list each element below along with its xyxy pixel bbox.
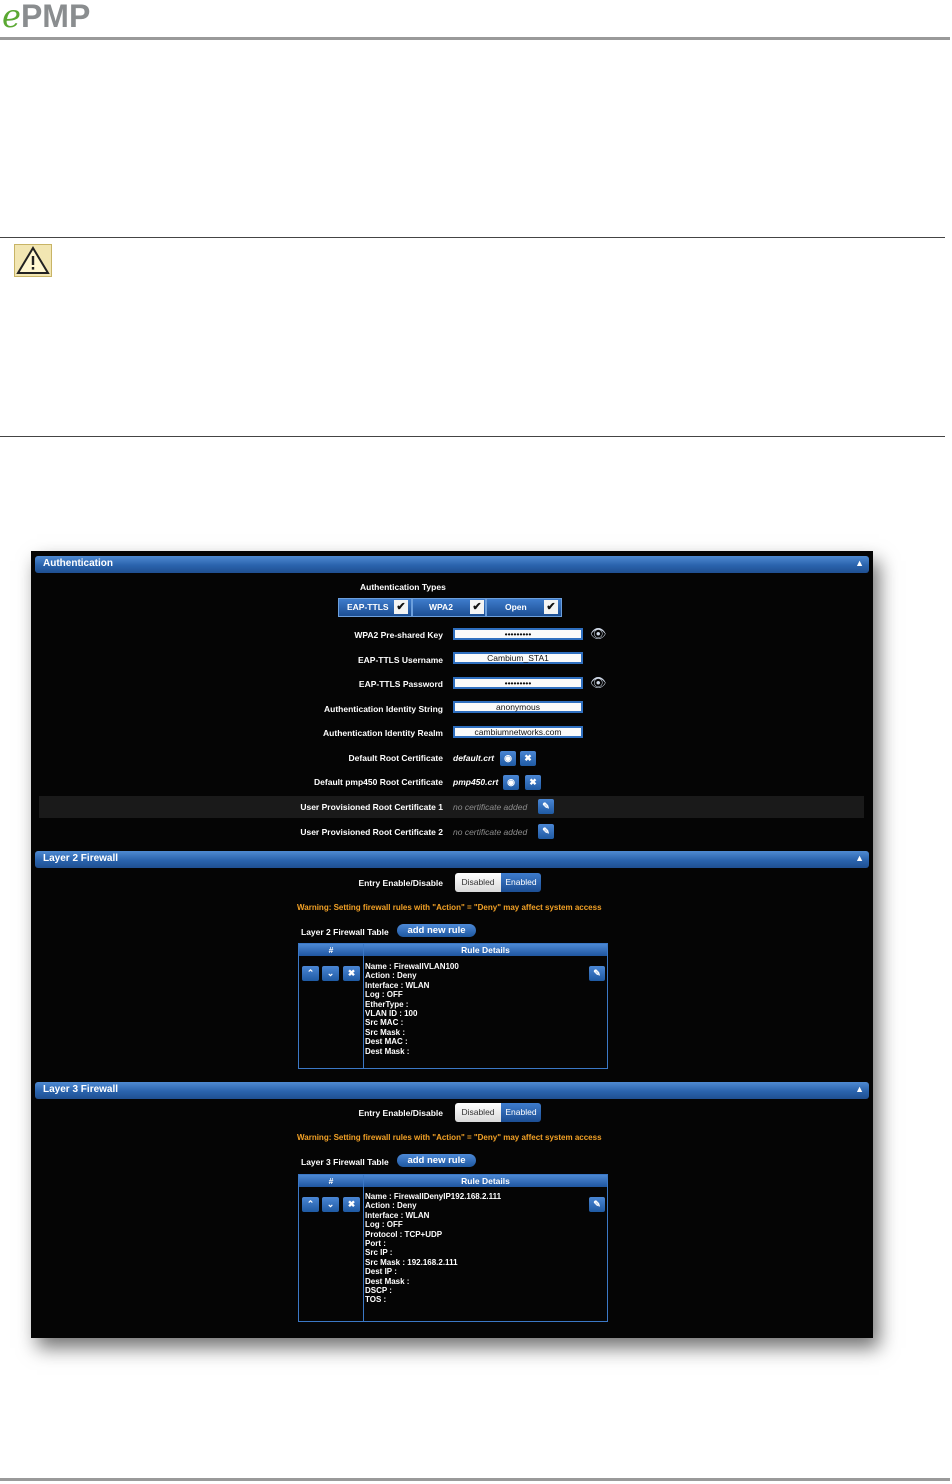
layer2-title: Layer 2 Firewall [43,853,119,864]
layer3-firewall-table: # Rule Details ⌃ ⌄ ✖ Name : FirewallDeny… [298,1174,608,1322]
move-down-icon[interactable]: ⌄ [322,1197,339,1212]
toggle-disabled[interactable]: Disabled [455,1103,501,1122]
auth-type-label: WPA2 [429,602,453,612]
field-label: Authentication Identity String [324,704,443,714]
cert-status: no certificate added [453,827,528,837]
auth-type-label: Open [505,602,527,612]
firewall-warning: Warning: Setting firewall rules with "Ac… [297,903,602,912]
edit-rule-icon[interactable]: ✎ [589,966,605,981]
logo-e: e [2,0,21,35]
column-divider [363,944,364,1068]
row-stripe [39,796,864,818]
toggle-enabled[interactable]: Enabled [501,1103,541,1122]
auth-type-eap-ttls[interactable]: EAP-TTLS ✔ [338,598,412,617]
move-down-icon[interactable]: ⌄ [322,966,339,981]
cert-filename: pmp450.crt [453,777,499,787]
add-new-rule-button[interactable]: add new rule [397,1154,476,1167]
identity-realm-field[interactable]: cambiumnetworks.com [453,726,583,738]
logo-pmp: PMP [20,0,91,34]
entry-enable-label: Entry Enable/Disable [358,878,443,888]
wpa2-psk-field[interactable]: ••••••••• [453,628,583,640]
add-new-rule-button[interactable]: add new rule [397,924,476,937]
eap-ttls-username-field[interactable]: Cambium_STA1 [453,652,583,664]
delete-cert-icon[interactable]: ✖ [520,751,536,766]
checkbox-icon[interactable]: ✔ [544,600,558,614]
toggle-enabled[interactable]: Enabled [501,873,541,892]
cert-status: no certificate added [453,802,528,812]
toggle-disabled[interactable]: Disabled [455,873,501,892]
col-header-num: # [299,944,363,956]
cert-label: Default pmp450 Root Certificate [314,777,443,787]
delete-cert-icon[interactable]: ✖ [525,775,541,790]
collapse-chevron-icon[interactable]: ▲ [855,853,864,863]
col-header-details: Rule Details [364,944,607,956]
layer2-firewall-table: # Rule Details ⌃ ⌄ ✖ Name : FirewallVLAN… [298,943,608,1069]
rule-details: Name : FirewallVLAN100 Action : Deny Int… [365,962,459,1056]
cert-label: User Provisioned Root Certificate 1 [300,802,443,812]
rule-details: Name : FirewallDenyIP192.168.2.111 Actio… [365,1192,502,1305]
layer3-title: Layer 3 Firewall [43,1084,119,1095]
field-label: EAP-TTLS Username [357,655,443,665]
field-label: Authentication Identity Realm [323,728,443,738]
column-divider [363,1175,364,1321]
edit-cert-icon[interactable]: ✎ [538,824,554,839]
firewall-warning: Warning: Setting firewall rules with "Ac… [297,1133,602,1142]
authentication-header[interactable]: Authentication ▲ [35,556,869,573]
collapse-chevron-icon[interactable]: ▲ [855,558,864,568]
checkbox-icon[interactable]: ✔ [394,600,408,614]
collapse-chevron-icon[interactable]: ▲ [855,1084,864,1094]
caution-icon [14,244,52,277]
view-cert-icon[interactable]: ◉ [503,775,519,790]
authentication-title: Authentication [43,558,113,569]
eye-icon[interactable]: 👁 [590,676,607,689]
auth-type-label: EAP-TTLS [347,602,389,612]
entry-enable-label: Entry Enable/Disable [358,1108,443,1118]
layer2-firewall-header[interactable]: Layer 2 Firewall ▲ [35,851,869,868]
header-rule [0,37,950,40]
delete-rule-icon[interactable]: ✖ [343,1197,360,1212]
edit-rule-icon[interactable]: ✎ [589,1197,605,1212]
cert-filename: default.crt [453,753,495,763]
identity-string-field[interactable]: anonymous [453,701,583,713]
delete-rule-icon[interactable]: ✖ [343,966,360,981]
note-top-rule [0,237,945,238]
checkbox-icon[interactable]: ✔ [470,600,484,614]
layer2-entry-toggle[interactable]: Disabled Enabled [455,873,541,892]
move-up-icon[interactable]: ⌃ [302,966,319,981]
table-label: Layer 2 Firewall Table [301,927,389,937]
cert-label: User Provisioned Root Certificate 2 [300,827,443,837]
layer3-entry-toggle[interactable]: Disabled Enabled [455,1103,541,1122]
layer3-firewall-header[interactable]: Layer 3 Firewall ▲ [35,1082,869,1099]
col-header-num: # [299,1175,363,1187]
eye-icon[interactable]: 👁 [590,627,607,640]
col-header-details: Rule Details [364,1175,607,1187]
field-label: WPA2 Pre-shared Key [354,630,443,640]
move-up-icon[interactable]: ⌃ [302,1197,319,1212]
edit-cert-icon[interactable]: ✎ [538,799,554,814]
eap-ttls-password-field[interactable]: ••••••••• [453,677,583,689]
table-label: Layer 3 Firewall Table [301,1157,389,1167]
cert-label: Default Root Certificate [348,753,443,763]
note-bottom-rule [0,436,945,437]
auth-types-label: Authentication Types [360,582,446,592]
footer-rule [0,1478,950,1481]
epmp-logo: ePMP [2,0,90,32]
auth-type-open[interactable]: Open ✔ [486,598,562,617]
field-label: EAP-TTLS Password [358,679,443,689]
auth-type-wpa2[interactable]: WPA2 ✔ [412,598,486,617]
view-cert-icon[interactable]: ◉ [500,751,516,766]
